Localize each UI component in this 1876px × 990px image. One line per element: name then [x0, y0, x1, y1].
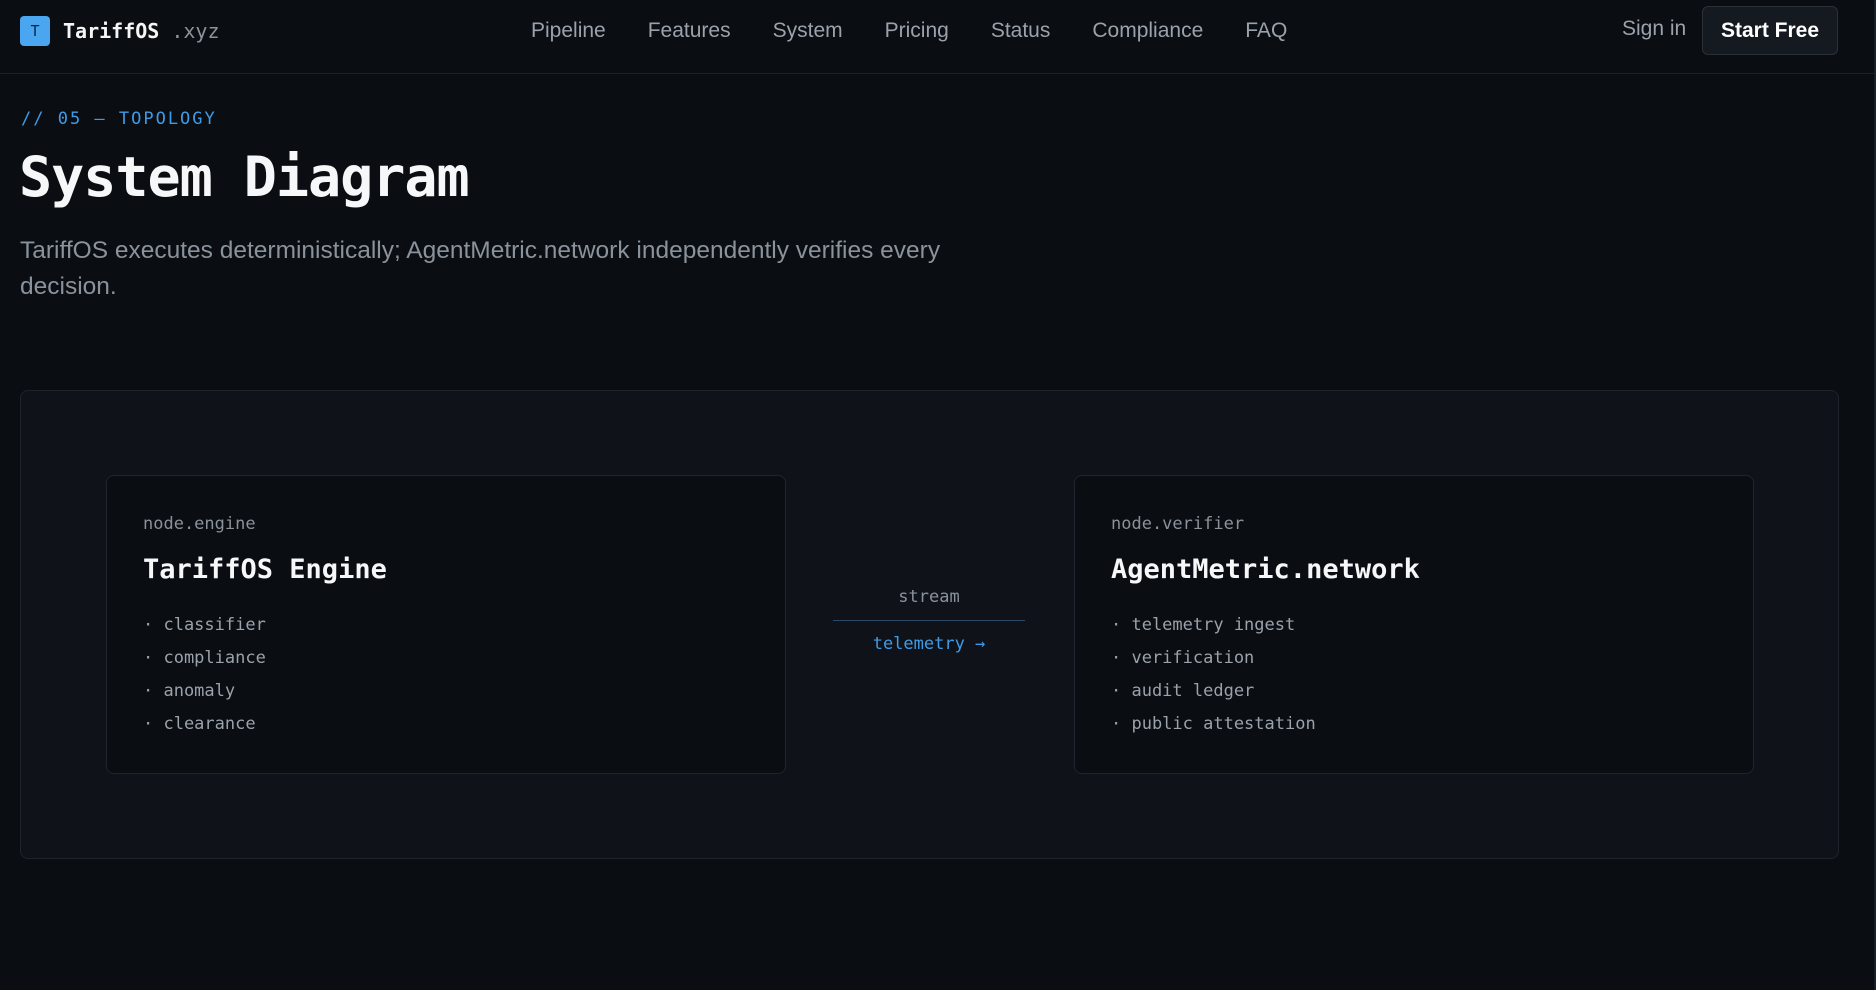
verifier-component-item: · telemetry ingest: [1111, 615, 1296, 635]
verifier-component-item: · verification: [1111, 648, 1255, 668]
brand-tld: .xyz: [171, 19, 220, 43]
engine-component-item: · classifier: [143, 615, 266, 635]
engine-node-id: node.engine: [143, 514, 256, 534]
connector-top-label: stream: [898, 587, 960, 607]
page: T TariffOS .xyz Pipeline Features System…: [0, 0, 1876, 990]
engine-component-item: · anomaly: [143, 681, 236, 701]
page-title: System Diagram: [19, 145, 470, 209]
nav-link-pricing[interactable]: Pricing: [885, 19, 949, 43]
page-subtitle: TariffOS executes deterministically; Age…: [20, 237, 941, 300]
verifier-component-item: · audit ledger: [1111, 681, 1255, 701]
nav-link-system[interactable]: System: [773, 19, 843, 43]
verifier-node-id: node.verifier: [1111, 514, 1245, 534]
nav-link-status[interactable]: Status: [991, 19, 1051, 43]
verifier-component-item: · public attestation: [1111, 714, 1316, 734]
system-diagram-panel: node.engine TariffOS Engine · classifier…: [20, 390, 1839, 859]
sign-in-link[interactable]: Sign in: [1622, 17, 1686, 41]
verifier-component-list: · telemetry ingest · verification · audi…: [1111, 613, 1316, 745]
verifier-node-title: AgentMetric.network: [1111, 554, 1420, 585]
brand-logo-link[interactable]: T TariffOS .xyz: [20, 16, 220, 46]
start-free-button[interactable]: Start Free: [1702, 6, 1838, 55]
section-eyebrow: // 05 — TOPOLOGY: [21, 109, 217, 129]
connector-bottom-label: telemetry →: [872, 634, 986, 654]
engine-node-title: TariffOS Engine: [143, 554, 387, 585]
nav-link-faq[interactable]: FAQ: [1245, 19, 1287, 43]
engine-component-list: · classifier · compliance · anomaly · cl…: [143, 613, 266, 745]
nav-link-compliance[interactable]: Compliance: [1092, 19, 1203, 43]
engine-component-item: · compliance: [143, 648, 266, 668]
connector-line: [833, 620, 1025, 621]
top-navbar: T TariffOS .xyz Pipeline Features System…: [0, 0, 1876, 74]
engine-component-item: · clearance: [143, 714, 256, 734]
logo-icon: T: [20, 16, 50, 46]
engine-node-card: node.engine TariffOS Engine · classifier…: [106, 475, 786, 774]
brand-name: TariffOS: [63, 19, 160, 43]
nav-link-features[interactable]: Features: [648, 19, 731, 43]
main-nav: Pipeline Features System Pricing Status …: [531, 14, 1329, 48]
nav-link-pipeline[interactable]: Pipeline: [531, 19, 606, 43]
verifier-node-card: node.verifier AgentMetric.network · tele…: [1074, 475, 1754, 774]
stream-connector: stream telemetry →: [833, 587, 1025, 677]
